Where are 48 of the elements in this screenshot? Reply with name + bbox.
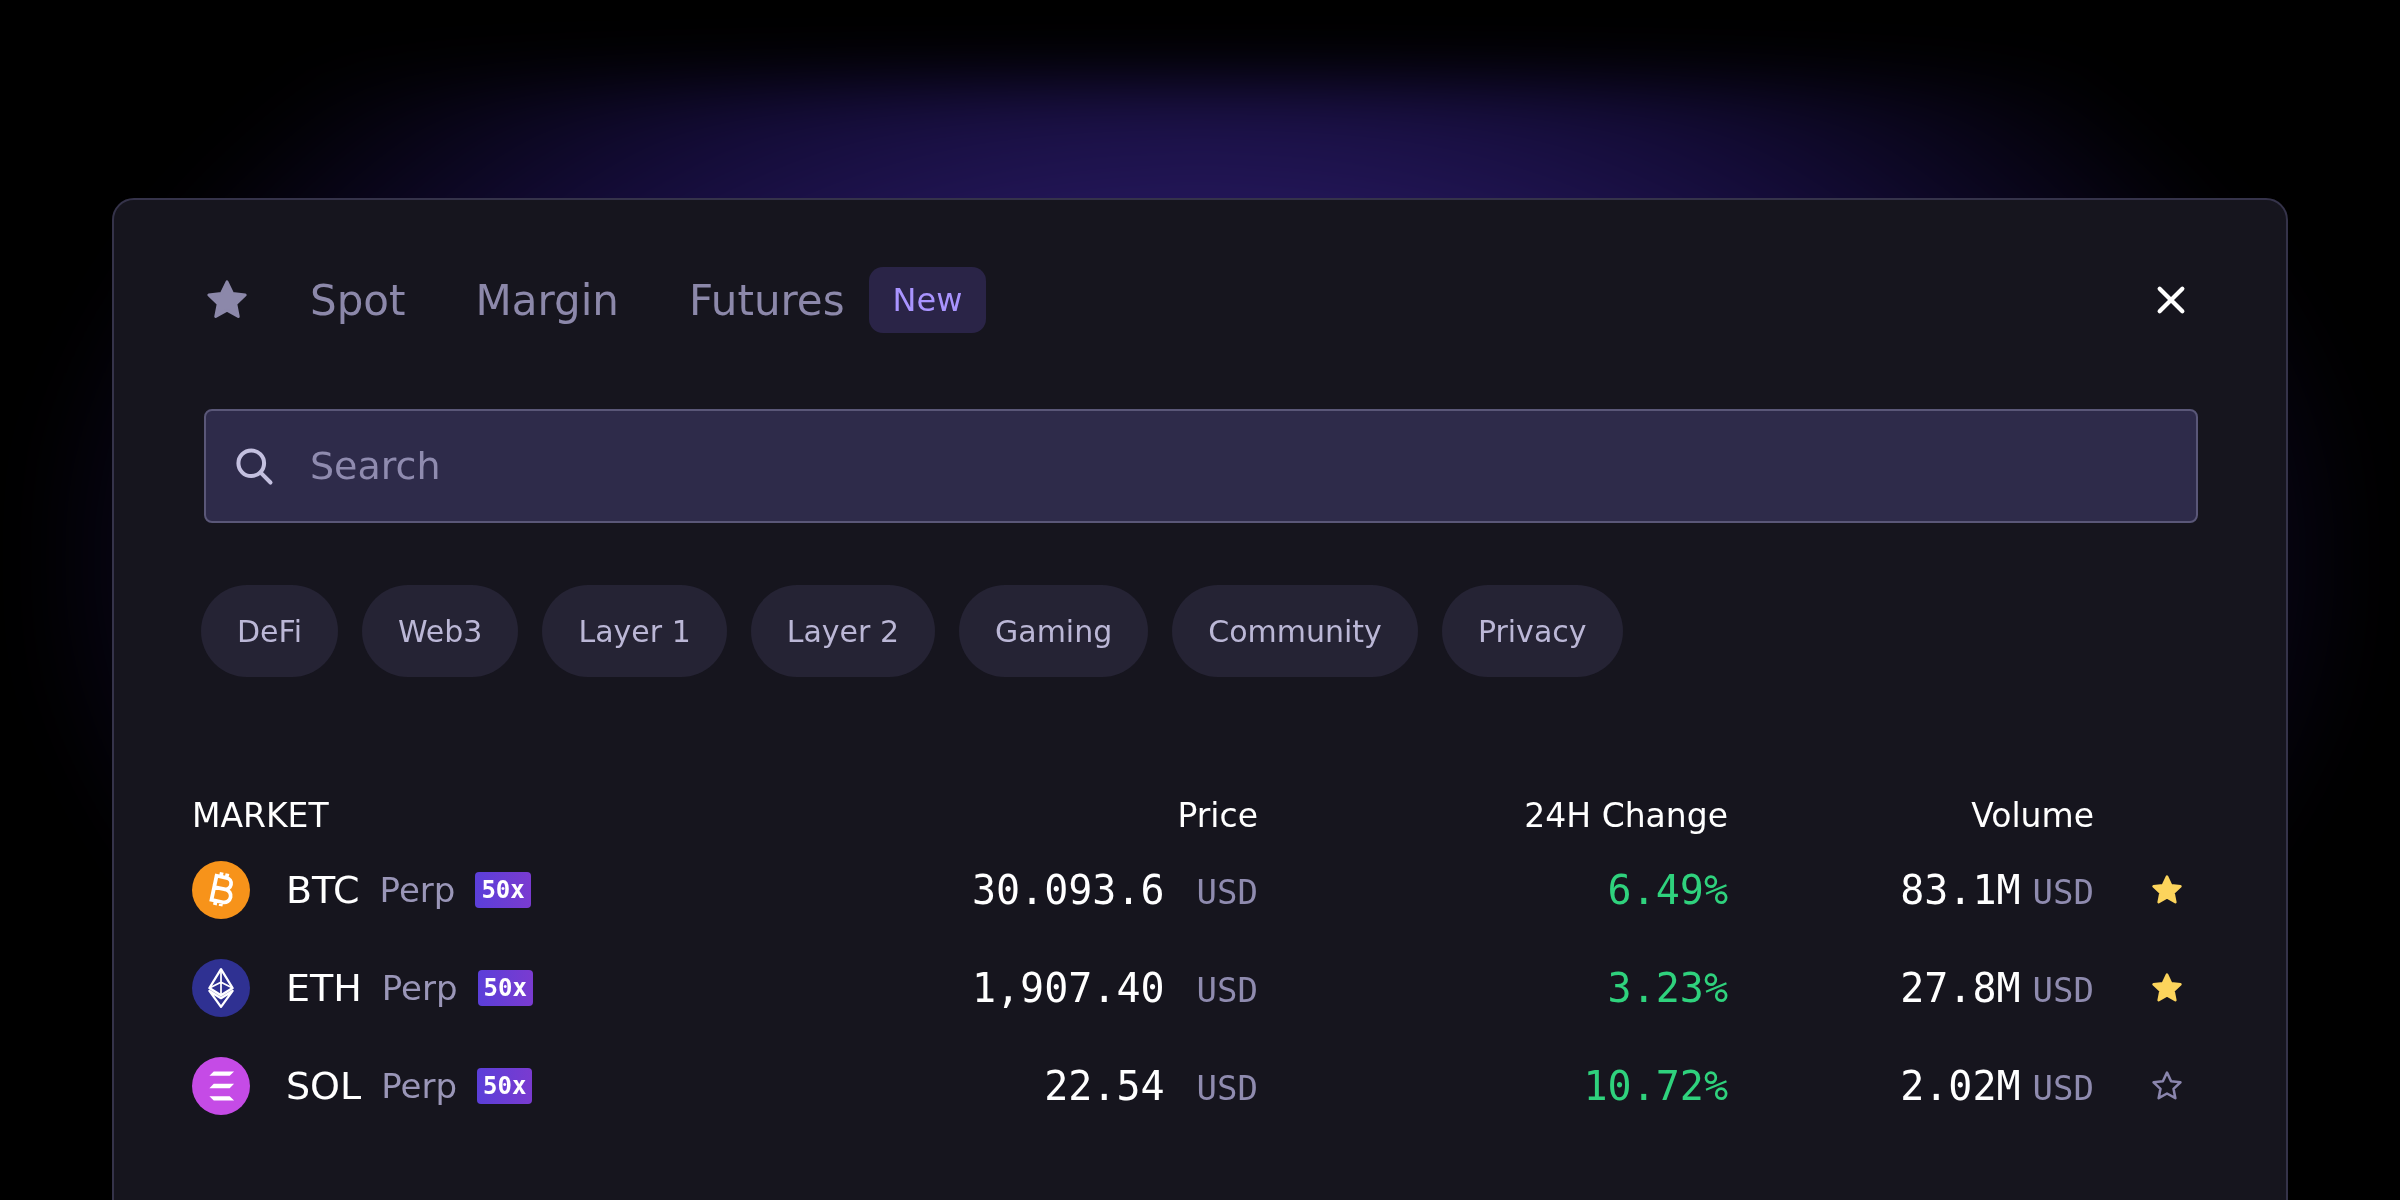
category-chip[interactable]: Community (1172, 585, 1418, 677)
price-value: 22.54 (1044, 1063, 1165, 1109)
change-value: 10.72% (1583, 1063, 1728, 1109)
new-badge: New (868, 267, 987, 333)
market-tab[interactable]: Futures (688, 275, 845, 325)
price-value: 30.093.6 (971, 867, 1165, 913)
filled-star-icon (2150, 971, 2184, 1005)
category-chip[interactable]: Gaming (959, 585, 1149, 677)
market-tab[interactable]: Margin (475, 275, 619, 325)
category-chip[interactable]: Privacy (1441, 585, 1623, 677)
category-chip[interactable]: Web3 (361, 585, 519, 677)
leverage-badge: 50x (475, 872, 531, 908)
volume-unit: USD (2032, 1068, 2094, 1108)
favorite-toggle[interactable] (2150, 1069, 2184, 1103)
leverage-badge: 50x (477, 1068, 533, 1104)
contract-type: Perp (379, 870, 456, 910)
favorite-toggle[interactable] (2150, 971, 2184, 1005)
market-symbol: ETH (286, 966, 362, 1010)
volume-unit: USD (2032, 872, 2094, 912)
price-unit: USD (1196, 970, 1258, 1010)
column-header: Price (1176, 795, 1259, 835)
column-header: MARKET (192, 795, 330, 835)
column-header: Volume (1970, 795, 2095, 835)
close-button[interactable] (2154, 283, 2188, 317)
column-header: 24H Change (1523, 795, 1729, 835)
leverage-badge: 50x (477, 970, 533, 1006)
close-icon (2154, 283, 2188, 317)
contract-type: Perp (381, 968, 458, 1008)
price-value: 1,907.40 (971, 965, 1165, 1011)
category-chip[interactable]: Layer 1 (542, 585, 727, 677)
category-chip[interactable]: Layer 2 (750, 585, 935, 677)
change-value: 6.49% (1607, 867, 1728, 913)
filled-star-icon (2150, 873, 2184, 907)
market-symbol: SOL (286, 1064, 362, 1108)
search-field[interactable]: Search (204, 409, 2198, 523)
category-chip[interactable]: DeFi (201, 585, 338, 677)
favorite-toggle[interactable] (2150, 873, 2184, 907)
volume-value: 83.1M (1900, 867, 2021, 913)
market-tab[interactable]: Spot (310, 275, 406, 325)
volume-value: 2.02M (1900, 1063, 2021, 1109)
change-value: 3.23% (1607, 965, 1728, 1011)
contract-type: Perp (381, 1066, 457, 1106)
volume-unit: USD (2032, 970, 2094, 1010)
outline-star-icon (2150, 1069, 2184, 1103)
volume-value: 27.8M (1900, 965, 2021, 1011)
price-unit: USD (1196, 872, 1258, 912)
market-symbol: BTC (286, 868, 360, 912)
price-unit: USD (1196, 1068, 1258, 1108)
